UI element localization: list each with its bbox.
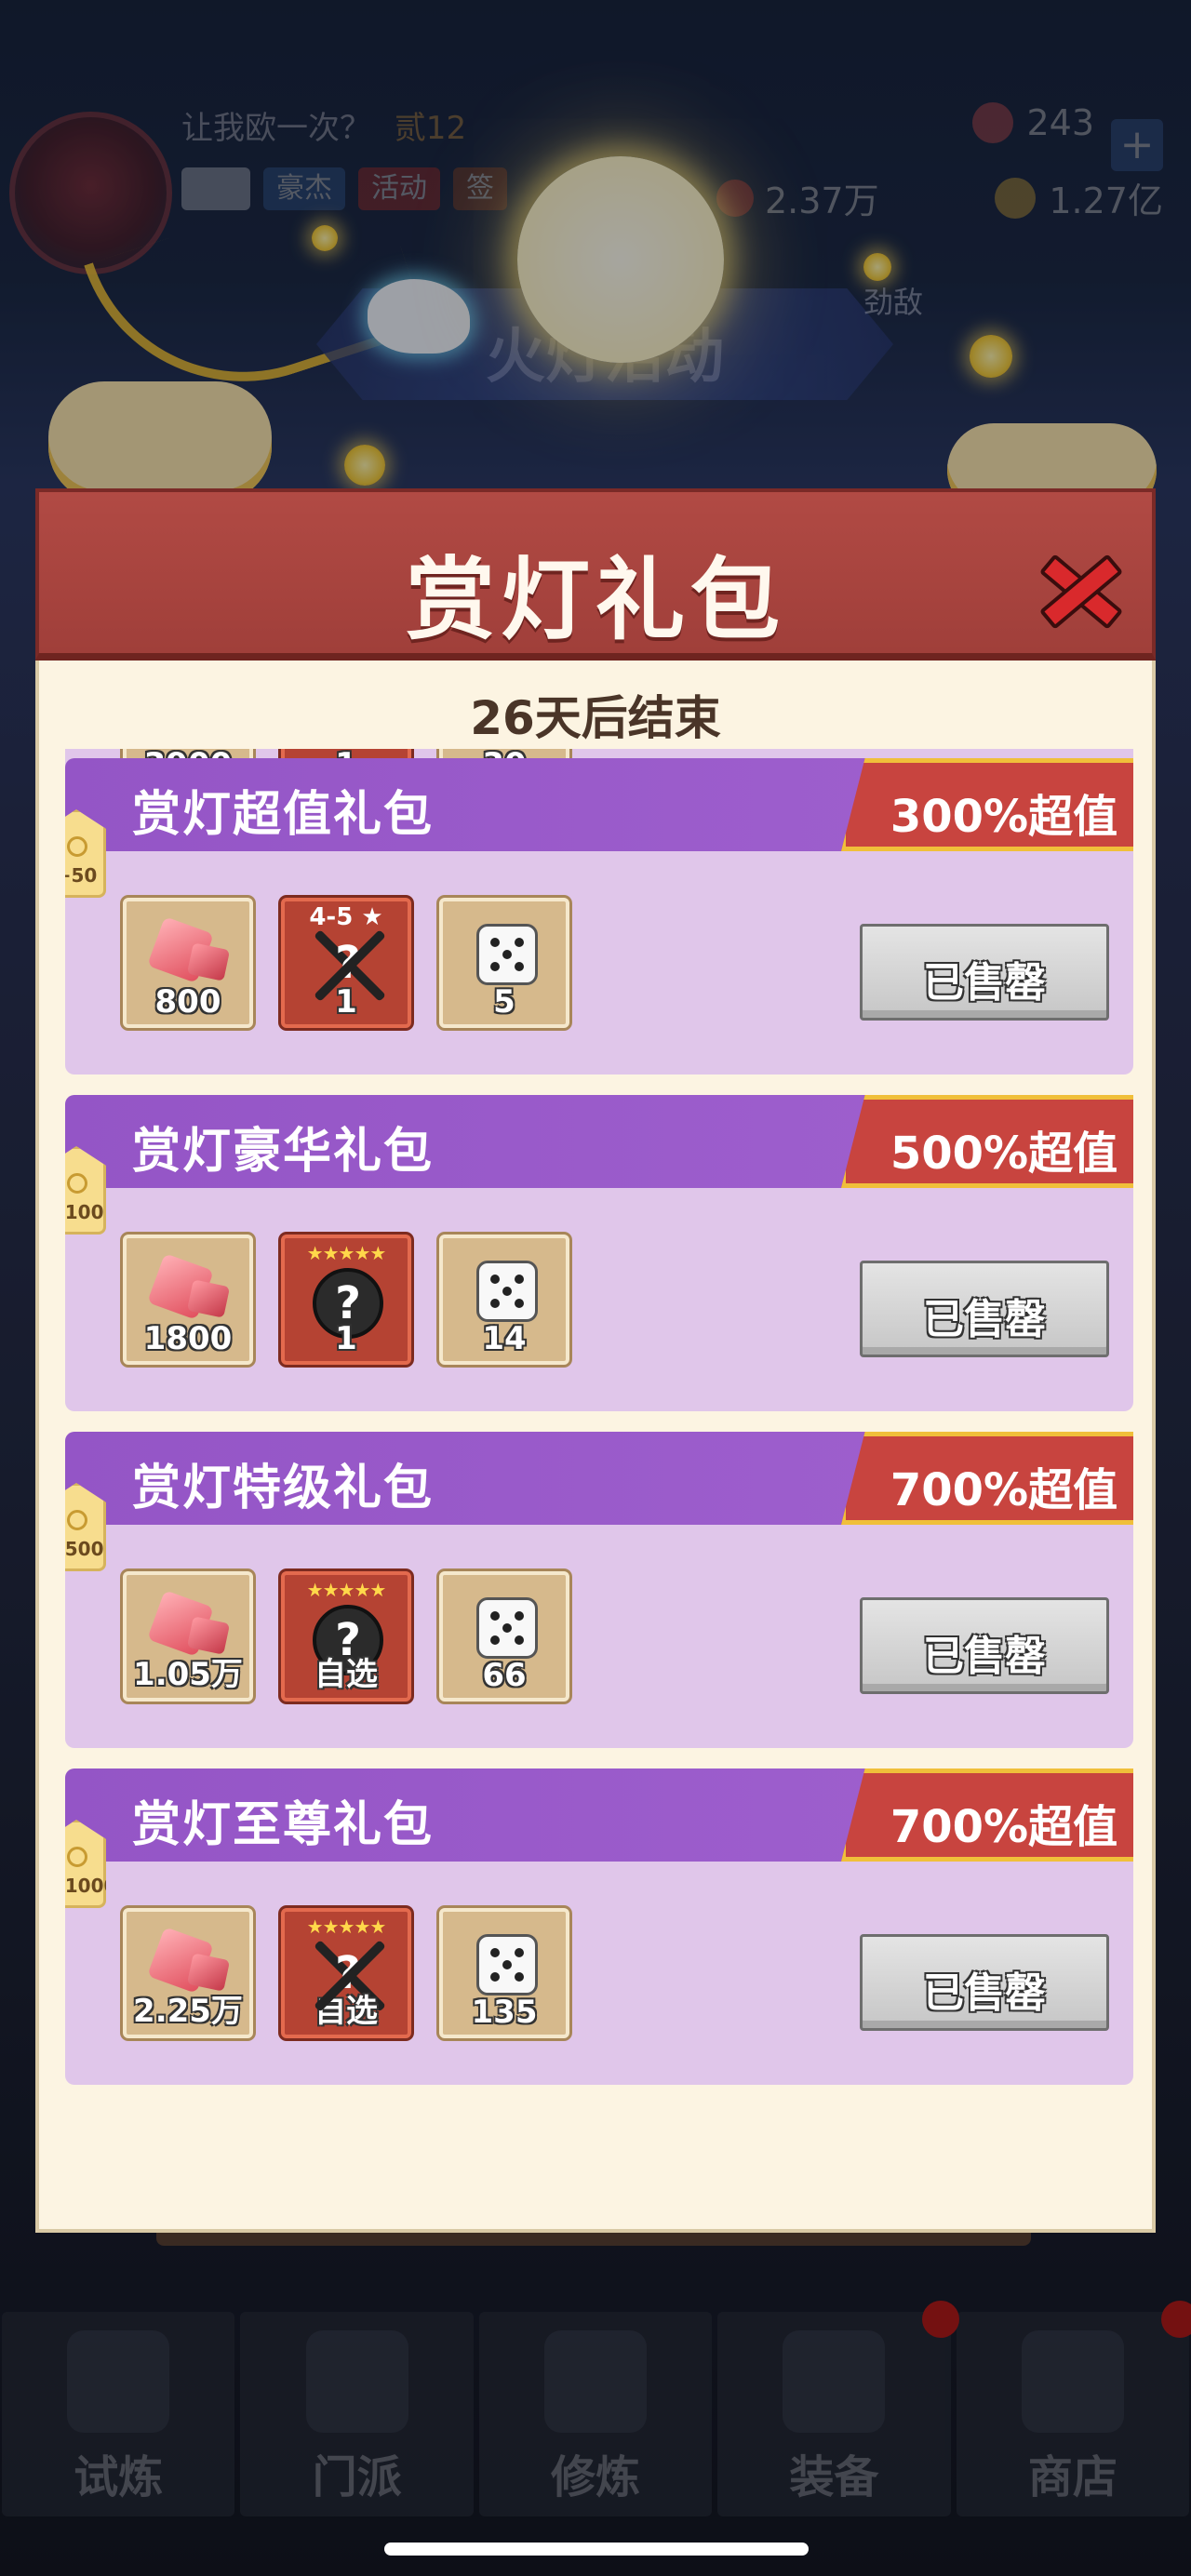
pack-header: 赏灯至尊礼包 700%超值 xyxy=(65,1768,1133,1862)
star-rating: ★★★★★ xyxy=(306,1915,387,1938)
pack-card: 赏灯至尊礼包 700%超值 +1000 2.25万 ★★★★★ ? 自选 xyxy=(65,1768,1133,2085)
pack-card: 赏灯特级礼包 700%超值 +500 1.05万 ★★★★★ ? 自选 xyxy=(65,1432,1133,1748)
dice-icon xyxy=(476,1597,538,1659)
value-ribbon: 500%超值 xyxy=(841,1095,1133,1188)
dice-icon xyxy=(476,1261,538,1322)
coin-icon xyxy=(67,1510,87,1530)
sold-out-button[interactable]: 已售罄 xyxy=(860,1261,1109,1357)
gem-icon xyxy=(147,1257,229,1322)
pack-name: 赏灯超值礼包 xyxy=(132,787,435,843)
pack-items: 1.05万 ★★★★★ ? 自选 66 xyxy=(123,1571,569,1702)
lantern-pack-modal: 赏灯礼包 26天后结束 3900 1 30 赏灯超值礼包 300%超值 +50 xyxy=(35,488,1156,2246)
pack-items: 2.25万 ★★★★★ ? 自选 135 xyxy=(123,1908,569,2038)
modal-header: 赏灯礼包 xyxy=(35,488,1156,661)
coin-icon xyxy=(67,836,87,857)
value-ribbon: 700%超值 xyxy=(841,1432,1133,1525)
coin-icon xyxy=(67,1847,87,1867)
pack-item-gem[interactable]: 2.25万 xyxy=(123,1908,253,2038)
home-indicator[interactable] xyxy=(384,2543,809,2556)
modal-body: 26天后结束 3900 1 30 赏灯超值礼包 300%超值 +50 xyxy=(35,661,1156,2233)
dice-icon xyxy=(476,1934,538,1995)
pack-item-armor[interactable]: ★★★★★ ? 1 xyxy=(281,1235,411,1365)
pack-items: 1800 ★★★★★ ? 1 14 xyxy=(123,1235,569,1365)
close-button[interactable] xyxy=(1031,541,1124,634)
dice-icon xyxy=(476,924,538,985)
pack-item-dice[interactable]: 14 xyxy=(439,1235,569,1365)
countdown-text: 26天后结束 xyxy=(470,691,721,745)
pack-header: 赏灯超值礼包 300%超值 xyxy=(65,758,1133,851)
value-text: 500%超值 xyxy=(890,1128,1118,1180)
pack-item-weapon[interactable]: ★★★★★ ? 自选 xyxy=(281,1908,411,2038)
value-text: 700%超值 xyxy=(890,1801,1118,1853)
modal-bottom-edge xyxy=(156,2233,1031,2246)
pack-item-armor[interactable]: ★★★★★ ? 自选 xyxy=(281,1571,411,1702)
pack-item-gem[interactable]: 1.05万 xyxy=(123,1571,253,1702)
sold-out-button[interactable]: 已售罄 xyxy=(860,1934,1109,2031)
weapon-level-label: 4-5 ★ xyxy=(309,903,383,931)
pack-name: 赏灯豪华礼包 xyxy=(132,1124,435,1180)
value-text: 700%超值 xyxy=(890,1464,1118,1516)
sold-out-button[interactable]: 已售罄 xyxy=(860,924,1109,1021)
pack-header: 赏灯豪华礼包 500%超值 xyxy=(65,1095,1133,1188)
pack-header: 赏灯特级礼包 700%超值 xyxy=(65,1432,1133,1525)
pack-item-dice[interactable]: 5 xyxy=(439,898,569,1028)
pack-item-dice[interactable]: 135 xyxy=(439,1908,569,2038)
star-rating: ★★★★★ xyxy=(306,1579,387,1601)
value-ribbon: 700%超值 xyxy=(841,1768,1133,1862)
pack-name: 赏灯至尊礼包 xyxy=(132,1797,435,1853)
pack-item-weapon[interactable]: 4-5 ★ ? 1 xyxy=(281,898,411,1028)
pack-card: 赏灯超值礼包 300%超值 +50 800 4-5 ★ ? 1 xyxy=(65,758,1133,1074)
pack-card: 赏灯豪华礼包 500%超值 +100 1800 ★★★★★ ? 1 xyxy=(65,1095,1133,1411)
pack-list[interactable]: 3900 1 30 赏灯超值礼包 300%超值 +50 800 xyxy=(65,749,1133,2214)
value-ribbon: 300%超值 xyxy=(841,758,1133,851)
modal-title: 赏灯礼包 xyxy=(406,548,785,652)
pack-item-gem[interactable]: 1800 xyxy=(123,1235,253,1365)
pack-items: 800 4-5 ★ ? 1 5 xyxy=(123,898,569,1028)
pack-item-gem[interactable]: 800 xyxy=(123,898,253,1028)
value-text: 300%超值 xyxy=(890,791,1118,843)
star-rating: ★★★★★ xyxy=(306,1242,387,1264)
pack-item-dice[interactable]: 66 xyxy=(439,1571,569,1702)
pack-name: 赏灯特级礼包 xyxy=(132,1461,435,1516)
gem-icon xyxy=(147,920,229,985)
coin-icon xyxy=(67,1173,87,1194)
sold-out-button[interactable]: 已售罄 xyxy=(860,1597,1109,1694)
